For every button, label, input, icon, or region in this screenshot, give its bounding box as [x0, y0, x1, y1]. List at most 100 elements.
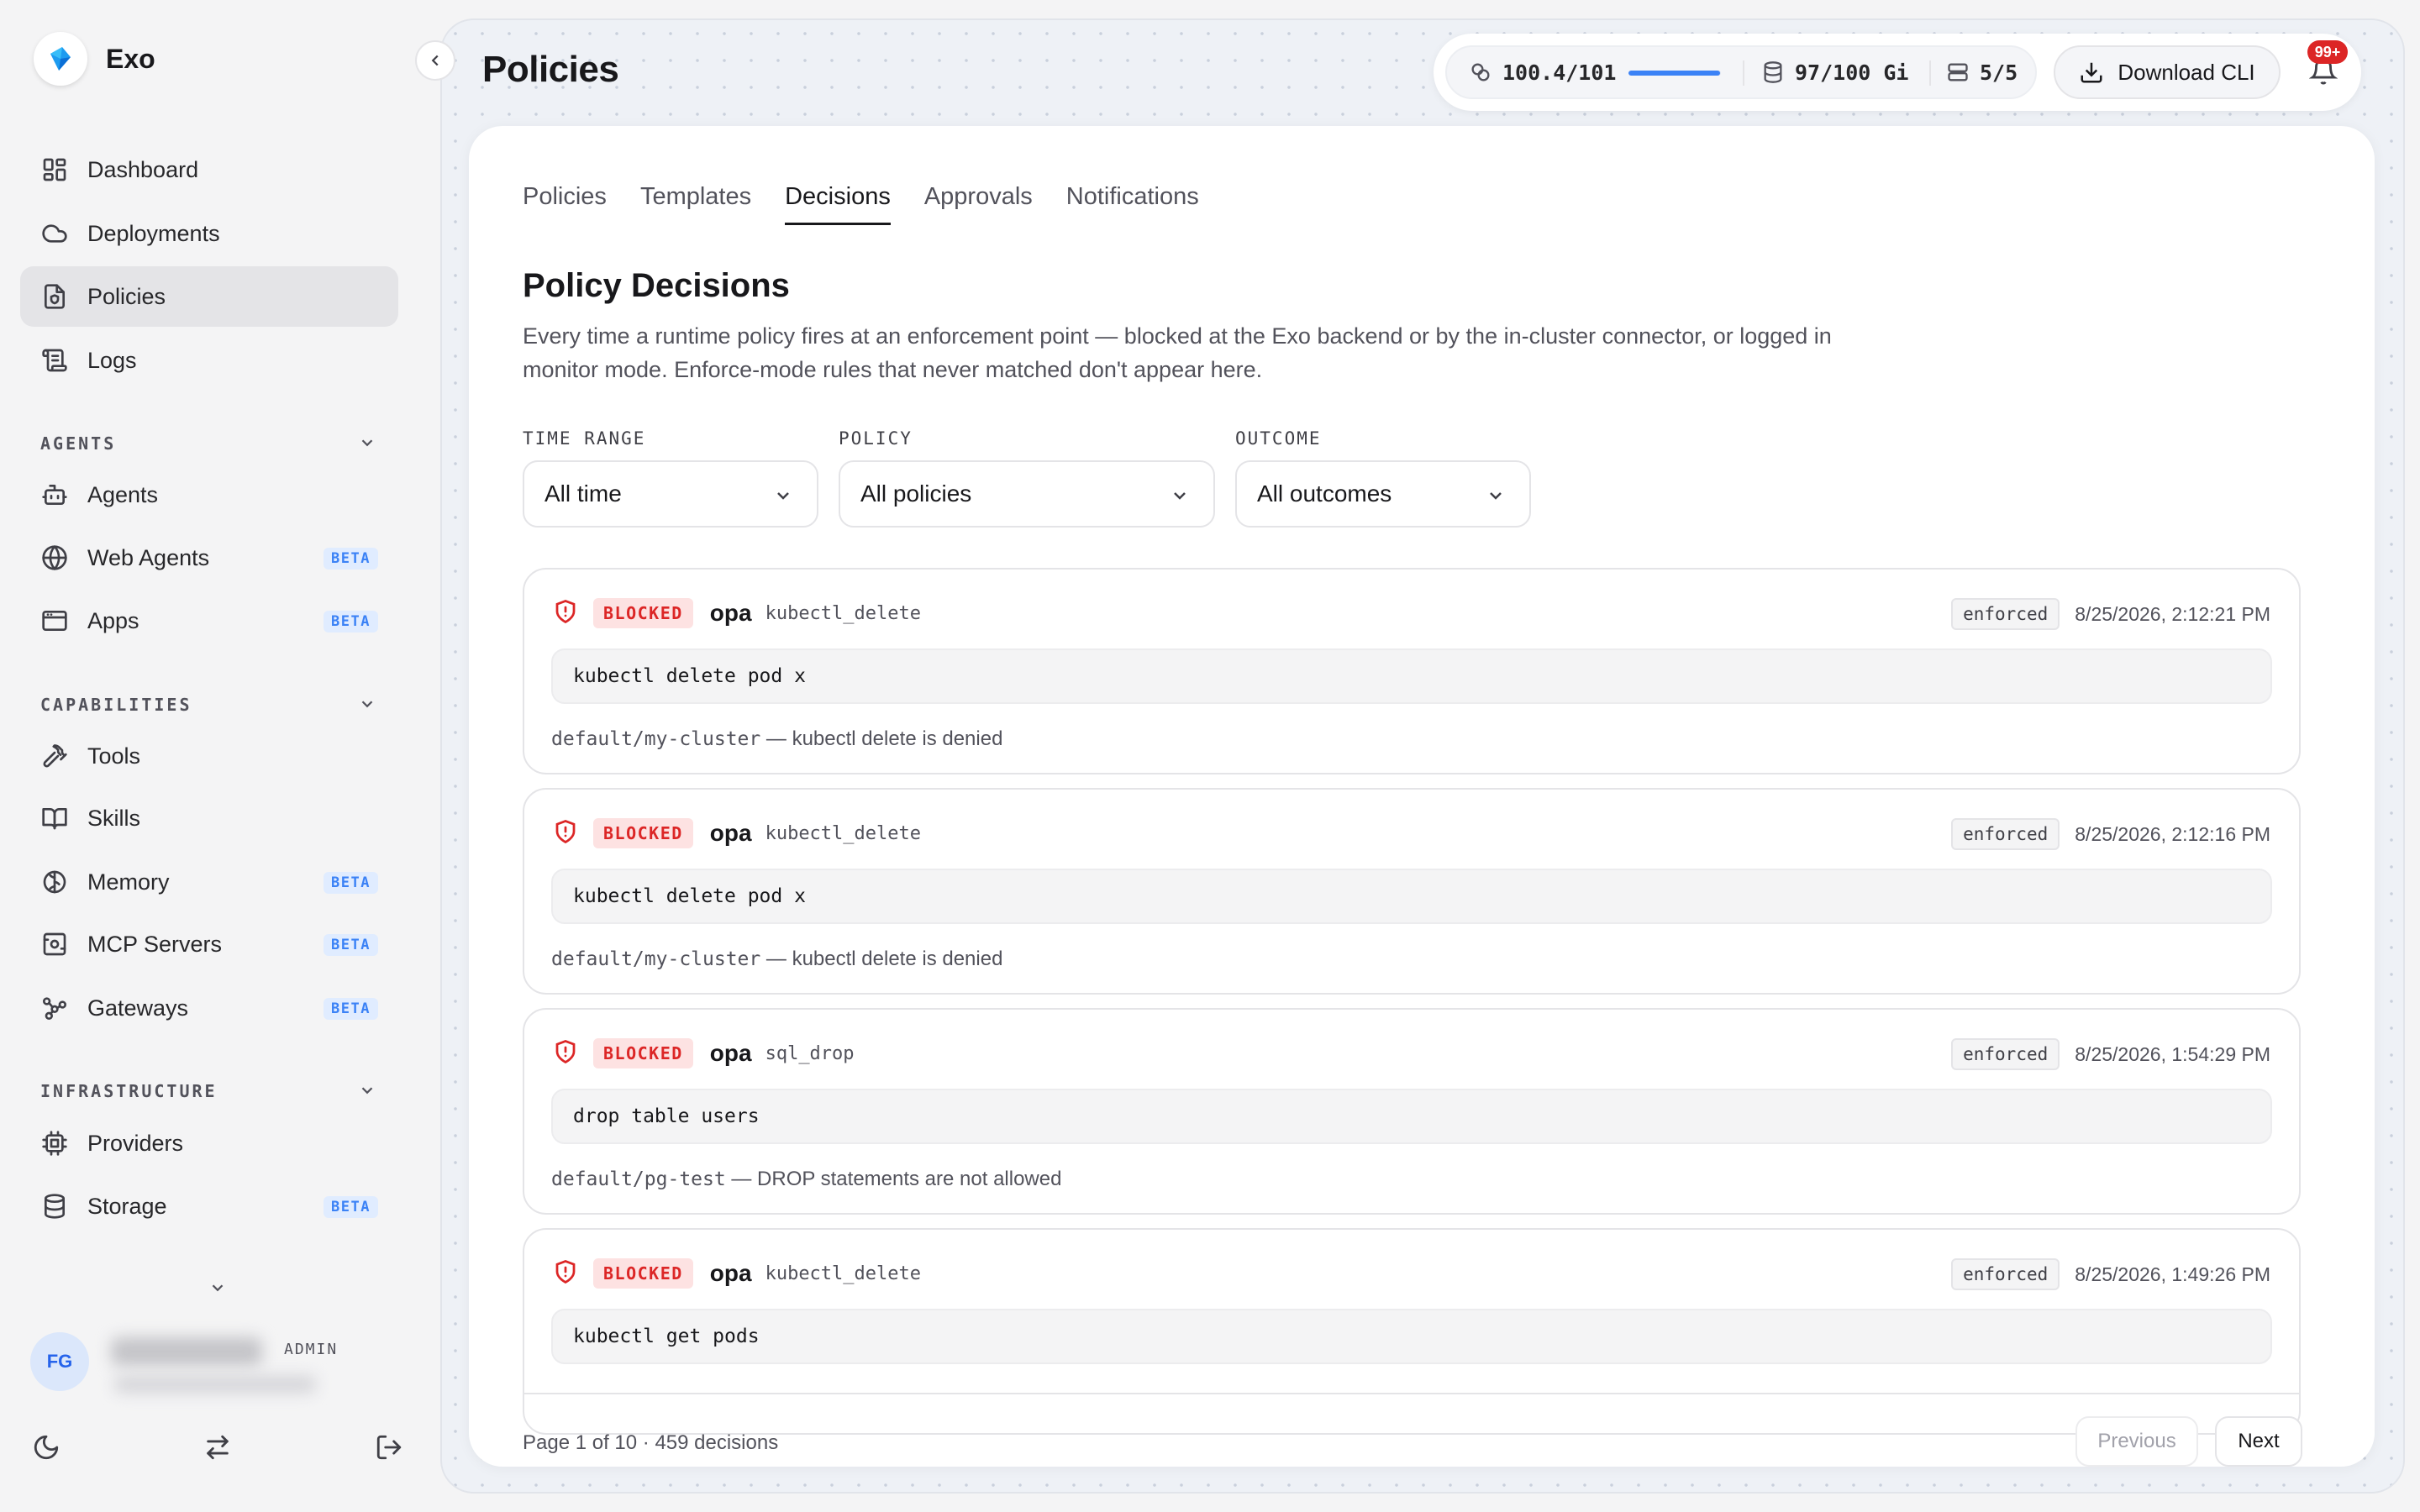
sidebar-item-tools[interactable]: Tools [20, 726, 398, 786]
brand[interactable]: Exo [34, 32, 155, 86]
tab-notifications[interactable]: Notifications [1066, 183, 1199, 225]
engine-name: opa [709, 1040, 752, 1066]
tab-templates[interactable]: Templates [640, 183, 751, 225]
previous-page-button[interactable]: Previous [2075, 1416, 2198, 1467]
sidebar-item-mcp-servers[interactable]: MCP Servers BETA [20, 914, 398, 974]
policy-value: All policies [860, 480, 972, 507]
shield-alert-icon [553, 1259, 578, 1289]
policy-filter-label: POLICY [839, 428, 913, 449]
chevron-down-icon[interactable] [358, 433, 376, 452]
outcome-badge: BLOCKED [593, 1258, 693, 1289]
book-icon [40, 804, 69, 832]
policy-select[interactable]: All policies [839, 460, 1215, 528]
expand-more-chevron-icon[interactable] [208, 1278, 227, 1297]
cpu-progress-fill [1628, 71, 1721, 76]
target-resource: default/pg-test [551, 1168, 726, 1190]
user-name-redacted [111, 1337, 262, 1366]
nodes-stat: 5/5 [1946, 47, 2018, 97]
decision-header: BLOCKED opa kubectl_delete [553, 1257, 921, 1290]
sidebar-item-skills[interactable]: Skills [20, 788, 398, 848]
sidebar-item-dashboard[interactable]: Dashboard [20, 139, 398, 200]
sidebar-item-label: Storage [87, 1193, 167, 1219]
beta-badge: BETA [324, 1196, 378, 1218]
divider [523, 1393, 2301, 1394]
sidebar-item-label: Memory [87, 869, 170, 895]
logout-icon[interactable] [375, 1433, 408, 1467]
sidebar-item-agents[interactable]: Agents [20, 465, 398, 525]
decisions-list: BLOCKED opa kubectl_delete enforced 8/25… [523, 568, 2301, 1467]
sidebar-item-label: Apps [87, 607, 139, 633]
nodes-value: 5/5 [1980, 60, 2018, 85]
cpu-value: 100.4/101 [1502, 60, 1617, 85]
role-badge: ADMIN [284, 1341, 339, 1358]
beta-badge: BETA [324, 548, 378, 570]
avatar: FG [30, 1332, 89, 1391]
target-resource: default/my-cluster [551, 728, 761, 750]
sidebar-item-policies[interactable]: Policies [20, 266, 398, 327]
exo-logo-icon [34, 32, 87, 86]
time-range-select[interactable]: All time [523, 460, 818, 528]
decision-card[interactable]: BLOCKED opa sql_drop enforced 8/25/2026,… [523, 1008, 2301, 1215]
sidebar-item-apps[interactable]: Apps BETA [20, 591, 398, 651]
decision-footer: default/my-cluster — kubectl delete is d… [551, 727, 1002, 751]
sidebar-item-storage[interactable]: Storage BETA [20, 1176, 398, 1236]
sidebar-item-label: Agents [87, 481, 159, 507]
sidebar-item-label: Logs [87, 347, 137, 373]
chevron-down-icon[interactable] [358, 1081, 376, 1100]
chevron-down-icon[interactable] [358, 695, 376, 713]
database-icon [40, 1192, 69, 1221]
decision-card[interactable]: BLOCKED opa kubectl_delete enforced 8/25… [523, 568, 2301, 774]
tab-approvals[interactable]: Approvals [924, 183, 1033, 225]
engine-name: opa [709, 600, 752, 626]
outcome-value: All outcomes [1257, 480, 1392, 507]
sidebar-item-memory[interactable]: Memory BETA [20, 852, 398, 912]
decision-card[interactable]: BLOCKED opa kubectl_delete enforced 8/25… [523, 788, 2301, 995]
download-cli-button[interactable]: Download CLI [2054, 45, 2281, 99]
decision-meta: enforced 8/25/2026, 1:54:29 PM [1951, 1038, 2270, 1070]
next-page-button[interactable]: Next [2215, 1416, 2302, 1467]
chevron-down-icon [777, 492, 789, 500]
command-block: kubectl delete pod x [551, 648, 2272, 704]
shield-alert-icon [553, 1039, 578, 1068]
sidebar-item-web-agents[interactable]: Web Agents BETA [20, 528, 398, 588]
sidebar-item-logs[interactable]: Logs [20, 330, 398, 391]
tab-policies[interactable]: Policies [523, 183, 607, 225]
collapse-sidebar-button[interactable] [415, 40, 455, 81]
sidebar-item-label: MCP Servers [87, 931, 223, 957]
policy-document-icon [40, 282, 69, 311]
chevron-down-icon [1174, 492, 1186, 500]
sidebar-item-label: Providers [87, 1130, 184, 1156]
app-window-icon [40, 606, 69, 635]
mode-badge: enforced [1951, 1258, 2060, 1290]
rule-name: kubectl_delete [765, 602, 922, 624]
decision-meta: enforced 8/25/2026, 2:12:21 PM [1951, 598, 2270, 630]
beta-badge: BETA [324, 872, 378, 894]
cpu-stat: 100.4/101 [1469, 47, 1616, 97]
rule-name: sql_drop [765, 1042, 855, 1064]
tab-decisions[interactable]: Decisions [785, 183, 891, 225]
resource-stats[interactable]: 100.4/101 97/100 Gi 5/5 [1445, 45, 2037, 99]
sidebar-item-deployments[interactable]: Deployments [20, 203, 398, 264]
cpu-progress-bar [1628, 71, 1721, 76]
engine-name: opa [709, 820, 752, 846]
section-title: Policy Decisions [523, 267, 790, 304]
sidebar-item-gateways[interactable]: Gateways BETA [20, 978, 398, 1038]
moon-icon[interactable] [32, 1433, 66, 1467]
target-resource: default/my-cluster [551, 948, 761, 970]
topbar: 100.4/101 97/100 Gi 5/5 Download CLI 99+ [1434, 34, 2361, 111]
rule-name: kubectl_delete [765, 822, 922, 844]
sidebar-item-label: Skills [87, 805, 141, 831]
sidebar-item-providers[interactable]: Providers [20, 1113, 398, 1173]
outcome-badge: BLOCKED [593, 598, 693, 628]
user-profile[interactable]: FG ADMIN [30, 1332, 336, 1393]
time-range-value: All time [544, 480, 622, 507]
download-icon [2081, 62, 2102, 83]
decision-card[interactable]: BLOCKED opa kubectl_delete enforced 8/25… [523, 1228, 2301, 1435]
chip-icon [40, 1129, 69, 1158]
outcome-select[interactable]: All outcomes [1235, 460, 1531, 528]
divider [1743, 60, 1744, 86]
switch-icon[interactable] [203, 1433, 237, 1467]
time-range-label: TIME RANGE [523, 428, 646, 449]
shield-alert-icon [553, 819, 578, 848]
notification-count-badge: 99+ [2307, 40, 2348, 64]
